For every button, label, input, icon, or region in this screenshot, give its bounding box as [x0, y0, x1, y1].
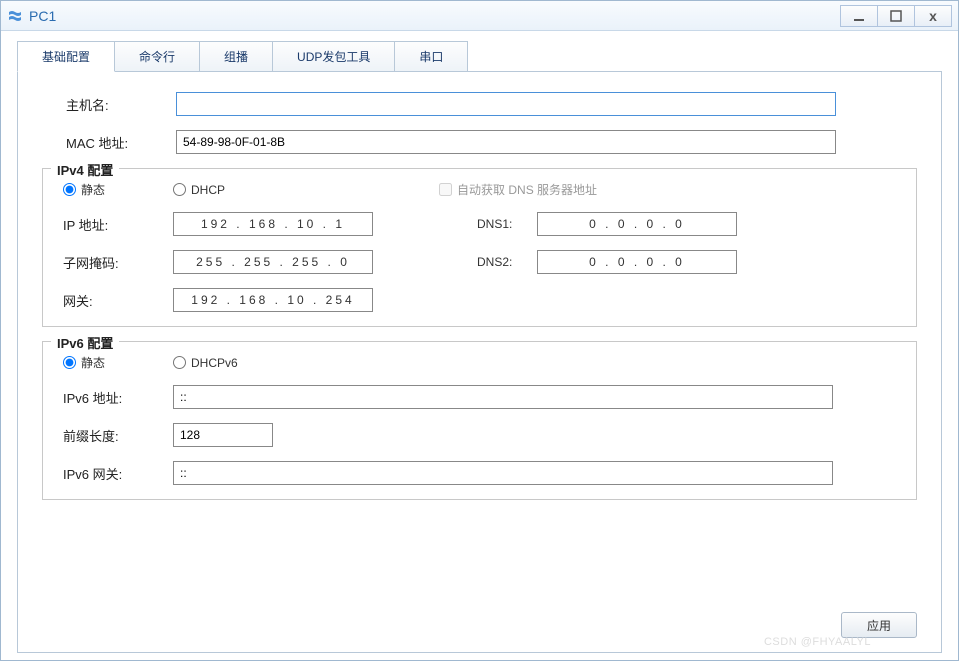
- maximize-button[interactable]: [877, 5, 915, 27]
- ipv6-static-radio-group[interactable]: 静态: [63, 354, 105, 371]
- ipv6-static-label: 静态: [81, 354, 105, 371]
- ipv6-fieldset: IPv6 配置 静态 DHCPv6 IPv6 地址: 前缀长度:: [42, 341, 917, 500]
- ipv4-static-label: 静态: [81, 181, 105, 198]
- dns1-input[interactable]: 0 . 0 . 0 . 0: [537, 212, 737, 236]
- ipv6-gateway-input[interactable]: [173, 461, 833, 485]
- ipv4-static-radio-group[interactable]: 静态: [63, 181, 105, 198]
- dns2-input[interactable]: 0 . 0 . 0 . 0: [537, 250, 737, 274]
- mac-label: MAC 地址:: [66, 133, 176, 152]
- ipv4-dhcp-label: DHCP: [191, 183, 225, 197]
- gateway-input[interactable]: 192 . 168 . 10 . 254: [173, 288, 373, 312]
- apply-button[interactable]: 应用: [841, 612, 917, 638]
- hostname-label: 主机名:: [66, 95, 176, 114]
- footer: 应用: [841, 612, 917, 638]
- subnet-mask-input[interactable]: 255 . 255 . 255 . 0: [173, 250, 373, 274]
- ipv6-prefix-input[interactable]: [173, 423, 273, 447]
- minimize-button[interactable]: [840, 5, 878, 27]
- hostname-input[interactable]: [176, 92, 836, 116]
- content-panel: 主机名: MAC 地址: IPv4 配置 静态 DHCP 自动获取 DNS: [17, 71, 942, 653]
- app-icon: [7, 8, 23, 24]
- app-window: PC1 x 基础配置 命令行 组播 UDP发包工具 串口 主机名: MAC 地址…: [0, 0, 959, 661]
- titlebar: PC1 x: [1, 1, 958, 31]
- auto-dns-checkbox-group[interactable]: 自动获取 DNS 服务器地址: [439, 181, 597, 198]
- dns1-label: DNS1:: [477, 217, 537, 231]
- auto-dns-label: 自动获取 DNS 服务器地址: [457, 181, 597, 198]
- tab-bar: 基础配置 命令行 组播 UDP发包工具 串口: [1, 31, 958, 72]
- ipv6-dhcp-radio[interactable]: [173, 356, 186, 369]
- window-controls: x: [841, 5, 952, 27]
- close-button[interactable]: x: [914, 5, 952, 27]
- gateway-label: 网关:: [63, 291, 173, 310]
- ipv6-dhcp-label: DHCPv6: [191, 356, 238, 370]
- tab-multicast[interactable]: 组播: [199, 41, 273, 72]
- tab-serial[interactable]: 串口: [394, 41, 468, 72]
- mac-input[interactable]: [176, 130, 836, 154]
- subnet-mask-label: 子网掩码:: [63, 253, 173, 272]
- ipv4-fieldset: IPv4 配置 静态 DHCP 自动获取 DNS 服务器地址 IP 地址: 19…: [42, 168, 917, 327]
- ipv4-dhcp-radio[interactable]: [173, 183, 186, 196]
- tab-command-line[interactable]: 命令行: [114, 41, 200, 72]
- ipv6-static-radio[interactable]: [63, 356, 76, 369]
- ipv6-gateway-label: IPv6 网关:: [63, 464, 173, 483]
- window-title: PC1: [29, 8, 841, 24]
- watermark: CSDN @FHYAALYL: [764, 636, 871, 648]
- tab-udp-tool[interactable]: UDP发包工具: [272, 41, 395, 72]
- ipv6-address-input[interactable]: [173, 385, 833, 409]
- ip-address-label: IP 地址:: [63, 215, 173, 234]
- ipv6-address-label: IPv6 地址:: [63, 388, 173, 407]
- ipv4-legend: IPv4 配置: [51, 160, 119, 179]
- ip-address-input[interactable]: 192 . 168 . 10 . 1: [173, 212, 373, 236]
- ipv6-prefix-label: 前缀长度:: [63, 426, 173, 445]
- dns2-label: DNS2:: [477, 255, 537, 269]
- ipv4-static-radio[interactable]: [63, 183, 76, 196]
- ipv6-legend: IPv6 配置: [51, 333, 119, 352]
- auto-dns-checkbox[interactable]: [439, 183, 452, 196]
- tab-basic-config[interactable]: 基础配置: [17, 41, 115, 72]
- ipv4-dhcp-radio-group[interactable]: DHCP: [173, 183, 225, 197]
- ipv6-dhcp-radio-group[interactable]: DHCPv6: [173, 356, 238, 370]
